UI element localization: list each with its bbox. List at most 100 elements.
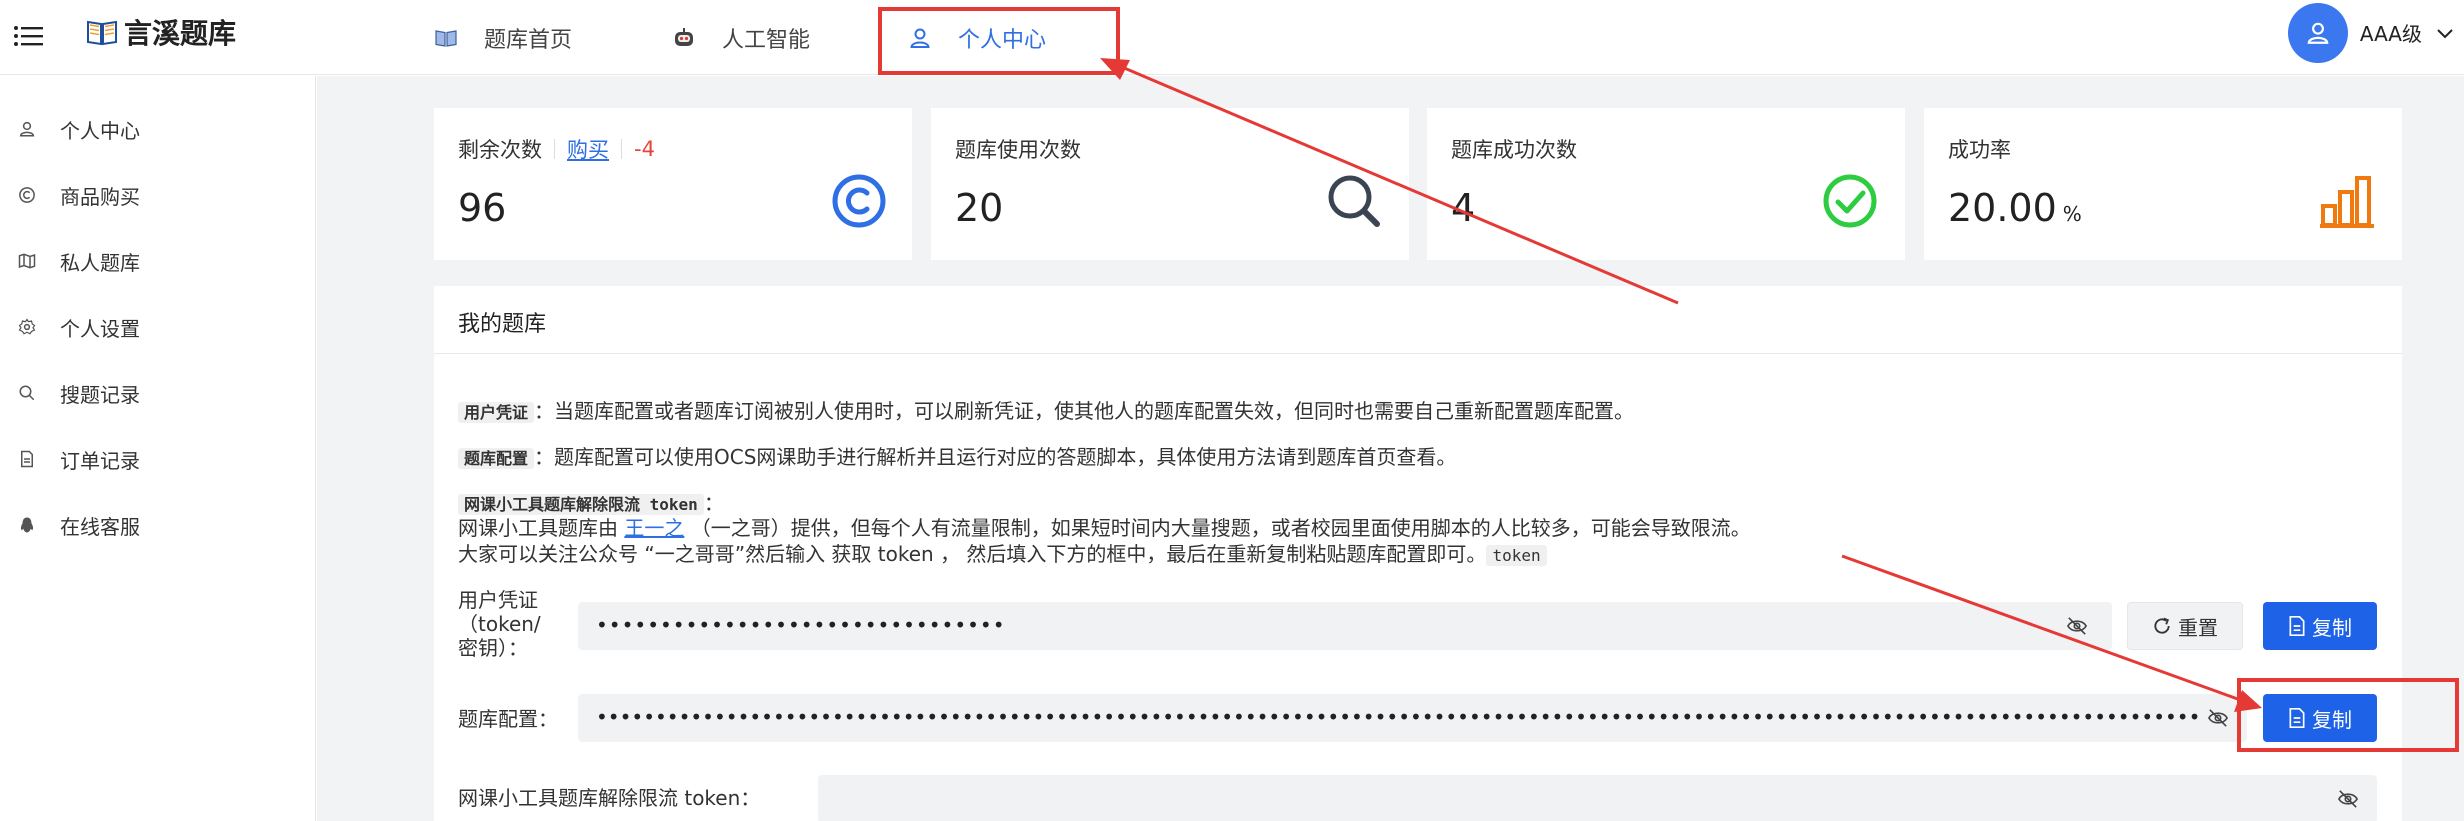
config-input[interactable]: ••••••••••••••••••••••••••••••••••••••••… [578, 694, 2247, 742]
success-label: 题库成功次数 [1451, 138, 1577, 162]
avatar[interactable] [2287, 2, 2348, 63]
token-field-label: 用户凭证 （token/ 密钥）： [458, 588, 541, 660]
limit-colon: ： [703, 491, 724, 515]
nav-ai-label: 人工智能 [722, 27, 811, 53]
copyright-icon [18, 186, 36, 204]
token-label-line-3: 密钥）： [458, 636, 528, 660]
bank-title: 我的题库 [458, 312, 547, 337]
eye-off-icon[interactable] [2337, 789, 2359, 809]
user-menu[interactable]: AAA级 [2287, 0, 2456, 65]
sidebar-item-search-history[interactable]: 搜题记录 [0, 360, 316, 426]
limit-tag: 网课小工具题库解除限流 token [458, 494, 704, 515]
success-value: 4 [1451, 186, 1476, 230]
stat-card-usage: 题库使用次数 20 [931, 108, 1409, 260]
document-icon [18, 450, 36, 468]
limit-text-2: 大家可以关注公众号 “一之哥哥”然后输入 获取 token ， 然后填入下方的框… [458, 542, 1487, 566]
bank-card-header: 我的题库 [434, 286, 2402, 354]
search-icon [18, 384, 36, 402]
limit-heading: 网课小工具题库解除限流 token： [458, 490, 724, 518]
sidebar-item-settings[interactable]: 个人设置 [0, 294, 316, 360]
token-description-text: ：当题库配置或者题库订阅被别人使用时，可以刷新凭证，使其他人的题库配置失效，但同… [534, 399, 1635, 423]
config-description: 题库配置 ：题库配置可以使用OCS网课助手进行解析并且运行对应的答题脚本，具体使用… [458, 444, 1456, 472]
copy-label: 复制 [2312, 615, 2352, 640]
config-input-value: ••••••••••••••••••••••••••••••••••••••••… [596, 705, 2200, 729]
stat-title-remaining: 剩余次数 购买 -4 [458, 134, 655, 164]
app-root: 言溪题库 题库首页 人工智能 个人中心 AAA级 个人中心 商品购买 私人题库 … [0, 0, 2464, 821]
sidebar-item-purchase[interactable]: 商品购买 [0, 162, 316, 228]
search-icon [1325, 172, 1383, 230]
buy-link[interactable]: 购买 [567, 134, 609, 164]
menu-toggle-icon[interactable] [12, 19, 46, 53]
sidebar-item-label: 商品购买 [60, 184, 140, 209]
chevron-down-icon[interactable] [2434, 22, 2456, 44]
nav-home-label: 题库首页 [484, 27, 573, 53]
limit-description-2: 大家可以关注公众号 “一之哥哥”然后输入 获取 token ， 然后填入下方的框… [458, 541, 1547, 569]
sidebar-item-private-bank[interactable]: 私人题库 [0, 228, 316, 294]
usage-label: 题库使用次数 [955, 138, 1081, 162]
separator [554, 139, 555, 159]
stat-card-success: 题库成功次数 4 [1427, 108, 1905, 260]
sidebar-item-label: 搜题记录 [60, 382, 140, 407]
config-description-text: ：题库配置可以使用OCS网课助手进行解析并且运行对应的答题脚本，具体使用方法请到… [534, 445, 1457, 469]
document-icon [2288, 708, 2306, 728]
limit-text-post: （一之哥）提供，但每个人有流量限制，如果短时间内大量搜题，或者校园里面使用脚本的… [684, 516, 1751, 540]
refresh-icon [2152, 616, 2172, 636]
copy-label: 复制 [2312, 707, 2352, 732]
token-label-line-1: 用户凭证 [458, 588, 538, 612]
nav-ai[interactable]: 人工智能 [672, 0, 810, 75]
nav-home[interactable]: 题库首页 [434, 0, 572, 75]
my-bank-card: 我的题库 用户凭证 ：当题库配置或者题库订阅被别人使用时，可以刷新凭证，使其他人的… [434, 286, 2402, 821]
separator [621, 139, 622, 159]
token-code: token [1486, 545, 1547, 566]
robot-icon [672, 26, 696, 50]
sidebar: 个人中心 商品购买 私人题库 个人设置 搜题记录 订单记录 在线客服 [0, 76, 316, 821]
token-input-value: •••••••••••••••••••••••••••••••• [596, 613, 1006, 637]
check-circle-icon [1821, 172, 1879, 230]
user-level: AAA级 [2359, 22, 2422, 46]
sidebar-item-orders[interactable]: 订单记录 [0, 426, 316, 492]
logo-text: 言溪题库 [124, 17, 237, 50]
copy-token-button[interactable]: 复制 [2263, 602, 2377, 650]
author-link[interactable]: 王一之 [624, 516, 684, 540]
sidebar-item-label: 个人中心 [60, 118, 140, 143]
config-tag: 题库配置 [458, 448, 535, 469]
rate-unit: % [2062, 202, 2082, 226]
sidebar-item-support[interactable]: 在线客服 [0, 492, 316, 558]
bar-chart-icon [2318, 172, 2376, 230]
map-icon [18, 252, 36, 270]
limit-token-input[interactable] [818, 775, 2377, 821]
document-icon [2288, 616, 2306, 636]
site-logo[interactable]: 言溪题库 [86, 12, 236, 52]
stat-card-rate: 成功率 20.00% [1924, 108, 2402, 260]
token-tag: 用户凭证 [458, 402, 535, 423]
sidebar-item-personal-center[interactable]: 个人中心 [0, 96, 316, 162]
penguin-icon [18, 516, 36, 534]
top-header: 言溪题库 题库首页 人工智能 个人中心 AAA级 [0, 0, 2464, 75]
nav-personal-center[interactable]: 个人中心 [908, 0, 1046, 75]
config-field-label: 题库配置： [458, 707, 558, 731]
reset-label: 重置 [2178, 615, 2218, 640]
rate-value: 20.00 [1948, 186, 2057, 230]
remaining-label: 剩余次数 [458, 138, 542, 162]
remaining-delta: -4 [634, 137, 655, 161]
stat-card-remaining: 剩余次数 购买 -4 96 [434, 108, 912, 260]
copy-config-button[interactable]: 复制 [2263, 694, 2377, 742]
copyright-icon [830, 172, 888, 230]
eye-off-icon[interactable] [2066, 616, 2088, 636]
gear-icon [18, 318, 36, 336]
token-label-line-2: （token/ [458, 612, 541, 636]
book-icon [434, 26, 458, 50]
user-icon [18, 120, 36, 138]
remaining-value: 96 [458, 186, 507, 230]
rate-label: 成功率 [1948, 138, 2011, 162]
reset-button[interactable]: 重置 [2127, 602, 2243, 650]
token-input[interactable]: •••••••••••••••••••••••••••••••• [578, 602, 2112, 650]
token-description: 用户凭证 ：当题库配置或者题库订阅被别人使用时，可以刷新凭证，使其他人的题库配置失… [458, 398, 1634, 426]
eye-off-icon[interactable] [2207, 708, 2229, 728]
rate-value-wrap: 20.00% [1948, 186, 2082, 230]
user-icon [908, 26, 932, 50]
sidebar-item-label: 在线客服 [60, 514, 140, 539]
sidebar-item-label: 私人题库 [60, 250, 140, 275]
avatar-user-icon [2307, 22, 2329, 44]
open-book-icon [86, 17, 118, 47]
